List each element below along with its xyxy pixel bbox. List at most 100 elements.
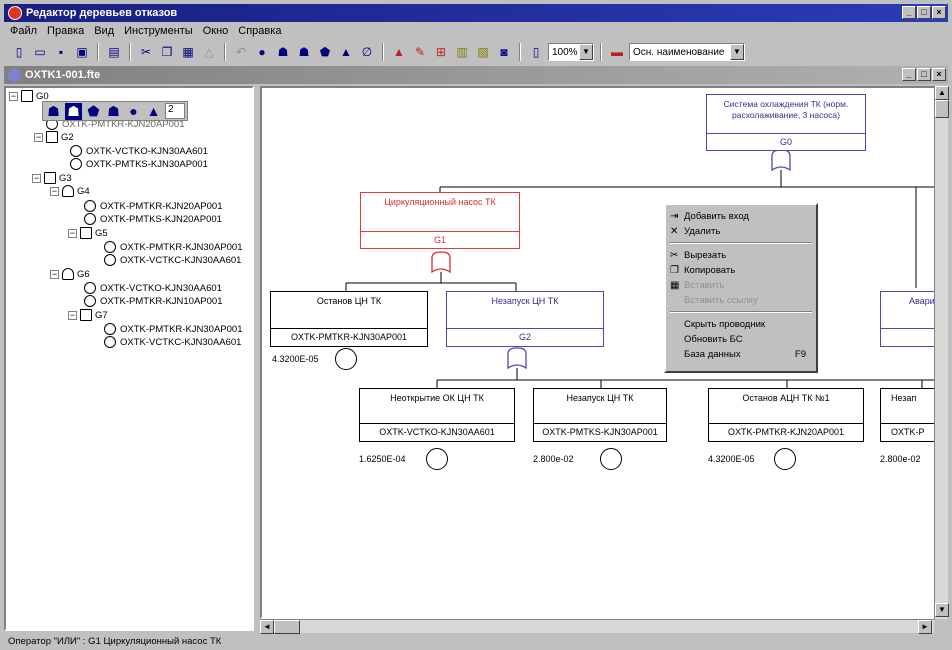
menu-item-cut[interactable]: ✂ Вырезать	[670, 248, 812, 262]
collapse-icon[interactable]: −	[68, 228, 77, 238]
tree-node-g4[interactable]: − G4	[50, 185, 90, 197]
doc-maximize-button[interactable]: □	[917, 68, 931, 81]
tree-pane[interactable]: − G0 OXTK-PMTKR-KJN20AP001 ☗ ☗ ⬟ ☗ ● ▲ 2…	[4, 86, 254, 631]
copy-icon[interactable]: ❐	[158, 43, 176, 61]
menu-item-refresh-db[interactable]: Обновить БС	[670, 332, 812, 346]
menu-tools[interactable]: Инструменты	[124, 25, 193, 37]
menu-help[interactable]: Справка	[238, 25, 281, 37]
event-leaf[interactable]: Незапуск ЦН ТК OXTK-PMTKS-KJN30AP001	[533, 388, 667, 442]
tree-node-g7[interactable]: − G7	[68, 309, 108, 321]
new-file-icon[interactable]: ▯	[10, 43, 28, 61]
priority-gate-icon[interactable]: ☗	[105, 103, 122, 120]
menu-item-copy[interactable]: ❐ Копировать	[670, 263, 812, 277]
tree-item[interactable]: OXTK-PMTKR-KJN30AP001	[104, 241, 242, 253]
menu-file[interactable]: Файл	[10, 25, 37, 37]
tree-node-g6[interactable]: − G6	[50, 268, 90, 280]
tree-item[interactable]: OXTK-VCTKO-KJN30AA601	[70, 145, 208, 157]
save-icon[interactable]: ▪	[52, 43, 70, 61]
menu-item-add-input[interactable]: ⇥ Добавить вход	[670, 209, 812, 223]
diagram-canvas[interactable]: Система охлаждения ТК (норм. расхолажива…	[260, 86, 936, 619]
event-stop-pump[interactable]: Останов ЦН ТК OXTK-PMTKR-KJN30AP001	[270, 291, 428, 347]
chevron-down-icon[interactable]: ▼	[579, 44, 593, 60]
scroll-up-icon[interactable]: ▲	[935, 86, 949, 100]
scroll-down-icon[interactable]: ▼	[935, 603, 949, 617]
menu-item-database[interactable]: База данных F9	[670, 347, 812, 361]
transfer-icon[interactable]: ▲	[145, 103, 162, 120]
basic-event-circle[interactable]	[335, 348, 357, 370]
minimize-button[interactable]: _	[902, 6, 916, 19]
collapse-icon[interactable]: −	[50, 186, 59, 196]
collapse-icon[interactable]: −	[50, 269, 59, 279]
tree-item[interactable]: OXTK-PMTKS-KJN30AP001	[70, 158, 208, 170]
paste-icon[interactable]: ▦	[179, 43, 197, 61]
menu-view[interactable]: Вид	[94, 25, 114, 37]
save-as-icon[interactable]: ▣	[73, 43, 91, 61]
tree-item[interactable]: OXTK-PMTKR-KJN20AP001	[84, 200, 222, 212]
calculator-icon[interactable]: ▯	[527, 43, 545, 61]
tree-item[interactable]: OXTK-VCTKC-KJN30AA601	[104, 336, 241, 348]
basic-event-circle[interactable]	[774, 448, 796, 470]
menu-item-paste-special[interactable]: Вставить ссылку	[670, 293, 812, 307]
tree-node-g3[interactable]: − G3	[32, 172, 72, 184]
event-partial-right[interactable]: Авари	[880, 291, 934, 347]
basic-event-circle[interactable]	[426, 448, 448, 470]
chevron-down-icon[interactable]: ▼	[730, 44, 744, 60]
tree-item[interactable]: OXTK-PMTKS-KJN20AP001	[84, 213, 222, 225]
scroll-right-icon[interactable]: ►	[918, 620, 932, 634]
basic-event-icon[interactable]: ●	[253, 43, 271, 61]
tree-node-g2[interactable]: − G2	[34, 131, 74, 143]
and-gate-icon[interactable]: ☗	[274, 43, 292, 61]
zoom-select[interactable]: 100% ▼	[548, 43, 594, 61]
menu-window[interactable]: Окно	[203, 25, 229, 37]
event-leaf[interactable]: Неоткрытие ОК ЦН ТК OXTK-VCTKO-KJN30AA60…	[359, 388, 515, 442]
cut-icon[interactable]: ✂	[137, 43, 155, 61]
house-event-icon[interactable]: ⬟	[316, 43, 334, 61]
tree-item[interactable]: OXTK-VCTKO-KJN30AA601	[84, 282, 222, 294]
collapse-icon[interactable]: −	[9, 91, 18, 101]
print-icon[interactable]: ▤	[105, 43, 123, 61]
tree-item[interactable]: OXTK-PMTKR-KJN30AP001	[104, 323, 242, 335]
binoculars-icon[interactable]: ◙	[495, 43, 513, 61]
event-leaf[interactable]: Незап OXTK-P	[880, 388, 934, 442]
tree-node-g5[interactable]: − G5	[68, 227, 108, 239]
basic-event-circle[interactable]	[600, 448, 622, 470]
doc-minimize-button[interactable]: _	[902, 68, 916, 81]
scroll-thumb[interactable]	[274, 620, 300, 634]
scroll-left-icon[interactable]: ◄	[260, 620, 274, 634]
menu-item-hide-wires[interactable]: Скрыть проводник	[670, 317, 812, 331]
menu-item-paste[interactable]: ▦ Вставить	[670, 278, 812, 292]
transfer-icon[interactable]: ▲	[337, 43, 355, 61]
menu-item-delete[interactable]: ✕ Удалить	[670, 224, 812, 238]
analysis-icon[interactable]: ▲	[390, 43, 408, 61]
basic-event-icon[interactable]: ●	[125, 103, 142, 120]
export-icon[interactable]: ▧	[474, 43, 492, 61]
doc-close-button[interactable]: ×	[932, 68, 946, 81]
and-gate-icon[interactable]: ☗	[45, 103, 62, 120]
scroll-thumb[interactable]	[935, 100, 949, 118]
menu-edit[interactable]: Правка	[47, 25, 84, 37]
collapse-icon[interactable]: −	[32, 173, 41, 183]
report-icon[interactable]: ▥	[453, 43, 471, 61]
event-top[interactable]: Система охлаждения ТК (норм. расхолажива…	[706, 94, 866, 151]
warning-icon[interactable]: △	[200, 43, 218, 61]
database-icon[interactable]: ⊞	[432, 43, 450, 61]
maximize-button[interactable]: □	[917, 6, 931, 19]
or-gate-icon[interactable]: ☗	[65, 102, 82, 120]
tree-item[interactable]: OXTK-VCTKC-KJN30AA601	[104, 254, 241, 266]
event-leaf[interactable]: Останов АЦН ТК №1 OXTK-PMTKR-KJN20AP001	[708, 388, 864, 442]
event-g1[interactable]: Циркуляционный насос ТК G1	[360, 192, 520, 249]
vertical-scrollbar[interactable]: ▲ ▼	[934, 86, 949, 619]
k-value-field[interactable]: 2	[165, 103, 185, 119]
open-folder-icon[interactable]: ▭	[31, 43, 49, 61]
inhibit-gate-icon[interactable]: ⬟	[85, 103, 102, 120]
tree-item[interactable]: OXTK-PMTKR-KJN10AP001	[84, 295, 222, 307]
close-button[interactable]: ×	[932, 6, 946, 19]
event-nostart-pump[interactable]: Незапуск ЦН ТК G2	[446, 291, 604, 347]
horizontal-scrollbar[interactable]: ◄ ►	[260, 619, 934, 634]
undo-icon[interactable]: ↶	[232, 43, 250, 61]
collapse-icon[interactable]: −	[68, 310, 77, 320]
pen-icon[interactable]: ✎	[411, 43, 429, 61]
flag-icon[interactable]: ▬	[608, 43, 626, 61]
connector-icon[interactable]: ∅	[358, 43, 376, 61]
name-mode-select[interactable]: Осн. наименование ▼	[629, 43, 745, 61]
